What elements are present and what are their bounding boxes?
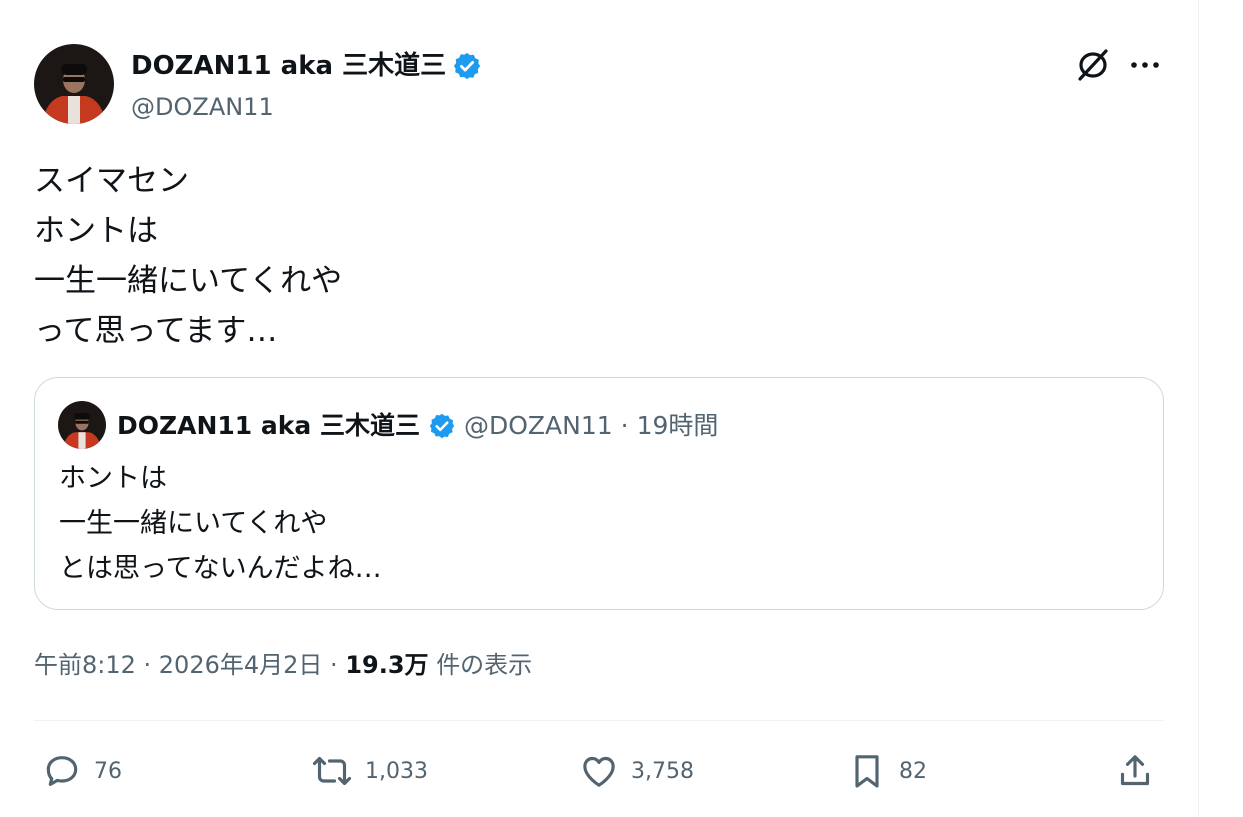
- tweet-timestamp[interactable]: 午前8:12 · 2026年4月2日: [34, 651, 322, 679]
- column-border: [1198, 0, 1199, 817]
- bookmark-count: 82: [899, 758, 927, 784]
- quoted-handle[interactable]: @DOZAN11: [464, 406, 613, 446]
- views-count[interactable]: 19.3万: [345, 651, 428, 679]
- bookmark-icon: [855, 755, 879, 788]
- tweet-meta: 午前8:12 · 2026年4月2日 · 19.3万 件の表示: [34, 647, 532, 683]
- divider: [34, 720, 1164, 721]
- share-button[interactable]: [1115, 749, 1155, 793]
- verified-badge-icon: [428, 412, 456, 440]
- more-icon[interactable]: [1128, 46, 1162, 84]
- verified-badge-icon: [452, 51, 482, 81]
- avatar[interactable]: [34, 44, 114, 124]
- like-count: 3,758: [631, 758, 694, 784]
- reply-count: 76: [94, 758, 122, 784]
- grok-icon[interactable]: [1074, 46, 1112, 84]
- views-label: 件の表示: [436, 651, 533, 679]
- bookmark-button[interactable]: 82: [847, 749, 927, 793]
- share-icon: [1120, 755, 1150, 786]
- repost-button[interactable]: 1,033: [311, 749, 428, 793]
- quoted-avatar[interactable]: [58, 401, 106, 449]
- like-icon: [583, 756, 615, 787]
- author-name-text[interactable]: DOZAN11 aka 三木道三: [131, 48, 446, 84]
- author-name[interactable]: DOZAN11 aka 三木道三: [131, 48, 482, 84]
- repost-icon: [312, 756, 352, 786]
- quoted-text: ホントは 一生一緒にいてくれや とは思ってないんだよね…: [59, 463, 382, 584]
- repost-count: 1,033: [365, 758, 428, 784]
- meta-separator: ·: [330, 651, 338, 679]
- quoted-tweet[interactable]: DOZAN11 aka 三木道三 @DOZAN11 · 19時間 ホントは 一生…: [34, 377, 1164, 610]
- quoted-time[interactable]: 19時間: [637, 406, 719, 446]
- reply-icon: [46, 756, 78, 786]
- quoted-separator: ·: [620, 411, 629, 440]
- quoted-header: DOZAN11 aka 三木道三 @DOZAN11 · 19時間: [117, 406, 718, 446]
- author-handle[interactable]: @DOZAN11: [131, 90, 274, 124]
- tweet-text: スイマセン ホントは 一生一緒にいてくれや って思ってます…: [34, 163, 343, 349]
- reply-button[interactable]: 76: [42, 749, 122, 793]
- like-button[interactable]: 3,758: [579, 749, 694, 793]
- quoted-author-name[interactable]: DOZAN11 aka 三木道三: [117, 406, 420, 446]
